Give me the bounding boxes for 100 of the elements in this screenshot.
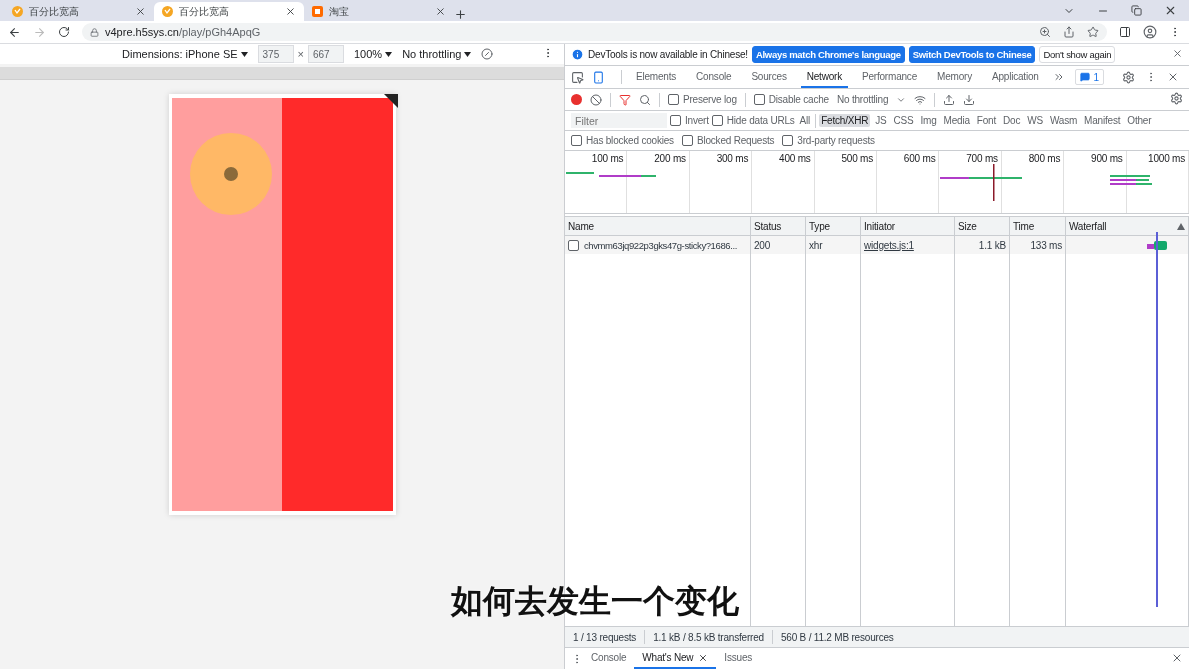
new-tab-icon[interactable]: [454, 8, 467, 21]
checkbox[interactable]: [711, 115, 723, 126]
browser-tab[interactable]: 百分比宽高: [154, 2, 304, 21]
width-field[interactable]: 375: [257, 45, 294, 63]
table-cell: 200: [751, 236, 806, 254]
search-icon[interactable]: [639, 93, 651, 106]
inspect-icon[interactable]: [571, 70, 584, 84]
clear-icon[interactable]: [590, 93, 602, 106]
column-header[interactable]: Type: [806, 216, 861, 236]
star-icon[interactable]: [1087, 26, 1099, 38]
checkbox[interactable]: [568, 239, 579, 251]
type-filter[interactable]: CSS: [891, 114, 916, 127]
throttling-dropdown[interactable]: No throttling: [402, 48, 462, 60]
record-icon[interactable]: [571, 94, 582, 105]
type-filter[interactable]: Wasm: [1047, 114, 1080, 127]
favicon-icon: [312, 6, 323, 17]
time-tick: 600 ms: [903, 153, 936, 164]
checkbox-label: Hide data URLs: [726, 115, 795, 126]
panel-tab[interactable]: Application: [985, 66, 1045, 88]
infobar-button[interactable]: Always match Chrome's language: [751, 46, 905, 63]
export-icon[interactable]: [963, 93, 976, 106]
close-icon[interactable]: [135, 6, 146, 17]
type-filter[interactable]: Img: [918, 114, 939, 127]
favicon-icon: [12, 6, 23, 17]
close-icon[interactable]: [285, 6, 296, 17]
panel-tab[interactable]: Elements: [630, 66, 683, 88]
info-icon[interactable]: [571, 48, 584, 61]
filter-icon[interactable]: [619, 93, 631, 106]
column-header[interactable]: Status: [751, 216, 806, 236]
checkbox-label: 3rd-party requests: [797, 135, 875, 146]
zoom-dropdown[interactable]: 100%: [354, 48, 383, 60]
panel-tab[interactable]: Memory: [931, 66, 978, 88]
type-filter[interactable]: Font: [974, 114, 999, 127]
throttling-dropdown[interactable]: No throttling: [836, 94, 889, 105]
import-icon[interactable]: [943, 93, 956, 106]
address-bar[interactable]: v4pre.h5sys.cn/play/pGh4ApqG: [82, 23, 1107, 41]
caret-icon[interactable]: [464, 51, 472, 57]
back-icon[interactable]: [8, 25, 21, 39]
close-icon[interactable]: [1172, 48, 1183, 59]
network-conditions-icon[interactable]: [914, 93, 927, 106]
column-header[interactable]: Initiator: [861, 216, 955, 236]
side-panel-icon[interactable]: [1119, 26, 1131, 38]
lock-icon[interactable]: [90, 27, 99, 37]
filter-field[interactable]: Filter: [571, 113, 667, 128]
checkbox[interactable]: [753, 94, 765, 105]
column-header[interactable]: Size: [955, 216, 1010, 236]
rotate-icon[interactable]: [481, 48, 494, 60]
table-cell: 133 ms: [1010, 236, 1066, 254]
table-cell: 1.1 kB: [955, 236, 1010, 254]
table-cell: xhr: [806, 236, 861, 254]
settings-icon[interactable]: [1170, 92, 1183, 105]
more-tabs-icon[interactable]: [1052, 71, 1065, 83]
panel-tab[interactable]: Console: [690, 66, 738, 88]
time-tick: 500 ms: [841, 153, 874, 164]
drawer-tab[interactable]: Issues: [716, 648, 761, 669]
checkbox-label: Has blocked cookies: [586, 135, 674, 146]
checkbox[interactable]: [670, 115, 681, 126]
close-icon[interactable]: [698, 652, 709, 663]
subtitle: 如何去发生一个变化: [450, 582, 739, 620]
caret-icon[interactable]: [240, 51, 248, 57]
type-filter[interactable]: Manifest: [1082, 114, 1123, 127]
type-filter[interactable]: JS: [873, 114, 889, 127]
infobar-button[interactable]: Don't show again: [1039, 46, 1116, 63]
caret-icon[interactable]: [385, 51, 393, 57]
device-dropdown[interactable]: Dimensions: iPhone SE: [122, 48, 238, 60]
checkbox[interactable]: [681, 135, 693, 146]
drawer-tab[interactable]: What's New: [634, 648, 717, 669]
zoom-icon[interactable]: [1039, 26, 1051, 38]
browser-tab[interactable]: 百分比宽高: [4, 2, 154, 21]
height-field[interactable]: 667: [308, 45, 344, 63]
sort-icon[interactable]: [1177, 222, 1185, 230]
type-filter[interactable]: Media: [941, 114, 972, 127]
type-filter[interactable]: Fetch/XHR: [819, 114, 871, 127]
type-filter[interactable]: Doc: [1001, 114, 1023, 127]
checkbox[interactable]: [782, 135, 794, 146]
infobar-button[interactable]: Switch DevTools to Chinese: [908, 46, 1036, 63]
close-icon[interactable]: [435, 6, 446, 17]
settings-icon[interactable]: [1122, 70, 1135, 84]
column-header[interactable]: Time: [1010, 216, 1066, 236]
column-header[interactable]: Name: [565, 216, 751, 236]
share-icon[interactable]: [1063, 26, 1075, 38]
browser-tab[interactable]: 淘宝: [304, 2, 454, 21]
restore-icon[interactable]: [1131, 5, 1142, 16]
message-icon[interactable]: [1080, 72, 1091, 82]
device-toggle-icon[interactable]: [592, 70, 605, 84]
request-name[interactable]: chvmm63jq922p3gks47g-sticky?1686...: [584, 239, 737, 251]
drawer-tab[interactable]: Console: [583, 648, 635, 669]
column-header[interactable]: Waterfall: [1066, 216, 1189, 236]
type-filter[interactable]: Other: [1125, 114, 1154, 127]
checkbox[interactable]: [668, 94, 679, 105]
reload-icon[interactable]: [58, 26, 70, 38]
panel-tab[interactable]: Sources: [745, 66, 793, 88]
type-filter[interactable]: All: [797, 114, 813, 127]
profile-icon[interactable]: [1143, 25, 1157, 39]
close-icon[interactable]: [1164, 4, 1177, 17]
type-filter[interactable]: WS: [1025, 114, 1045, 127]
checkbox[interactable]: [571, 135, 582, 146]
issues-button[interactable]: 1: [1075, 69, 1104, 85]
checkbox-label: Preserve log: [683, 94, 737, 105]
panel-tab[interactable]: Performance: [855, 66, 923, 88]
